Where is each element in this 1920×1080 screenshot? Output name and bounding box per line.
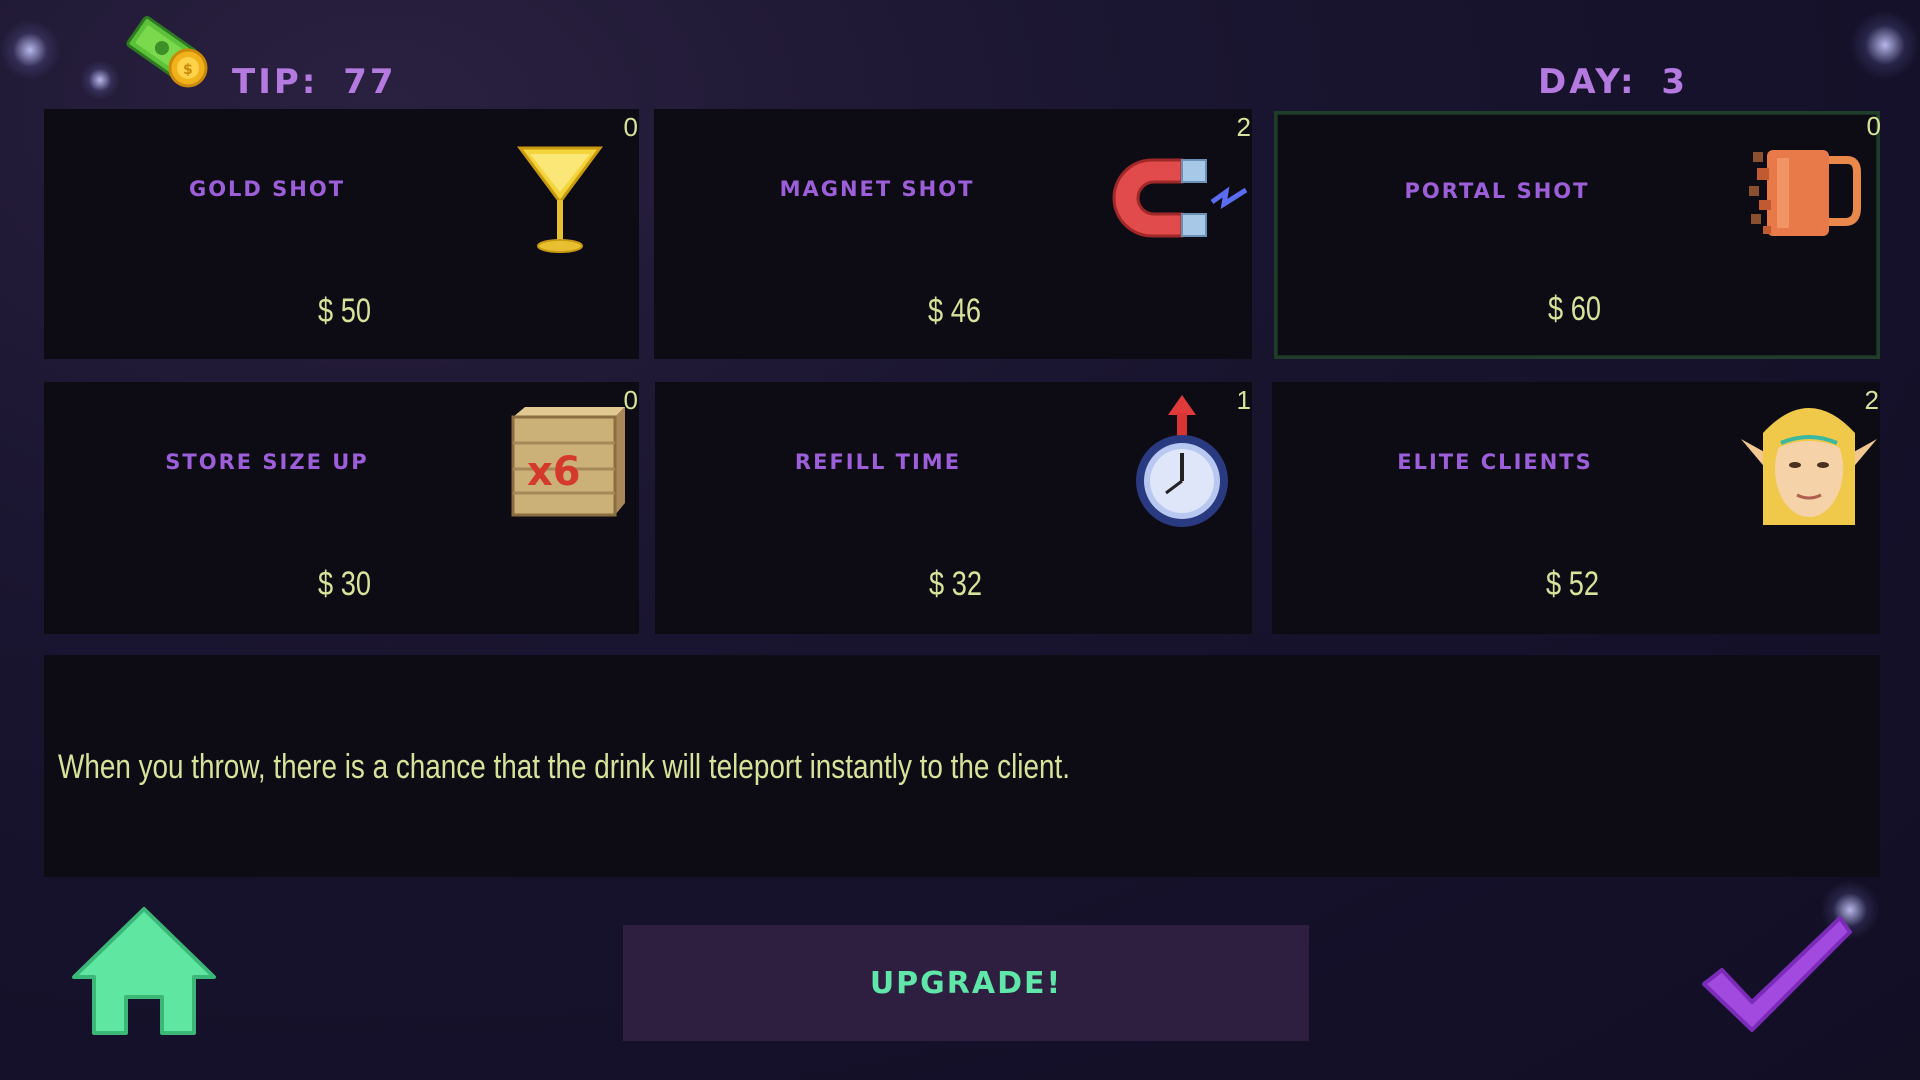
upgrade-button-label: UPGRADE! — [869, 965, 1063, 1001]
upgrade-name: STORE SIZE UP — [165, 450, 369, 474]
upgrade-price: $ 50 — [318, 292, 371, 330]
upgrade-price: $ 60 — [1548, 290, 1601, 328]
upgrade-price: $ 30 — [318, 565, 371, 603]
upgrade-price: $ 52 — [1546, 565, 1599, 603]
background-sparkle — [1850, 10, 1920, 80]
upgrade-card-magnet-shot[interactable]: MAGNET SHOT $ 46 2 — [654, 109, 1252, 359]
elf-face-icon — [1741, 408, 1877, 525]
crate-badge: x6 — [527, 449, 581, 495]
upgrade-price: $ 46 — [928, 292, 981, 330]
upgrade-description-panel: When you throw, there is a chance that t… — [44, 655, 1880, 877]
tip-label: TIP: — [232, 62, 319, 102]
background-sparkle — [80, 60, 120, 100]
upgrade-name: REFILL TIME — [794, 450, 962, 474]
upgrade-name: GOLD SHOT — [188, 177, 346, 201]
upgrade-description: When you throw, there is a chance that t… — [58, 748, 1070, 786]
upgrade-price: $ 32 — [929, 565, 982, 603]
upgrade-card-elite-clients[interactable]: ELITE CLIENTS $ 52 2 — [1272, 382, 1880, 634]
upgrade-name: ELITE CLIENTS — [1397, 450, 1593, 474]
magnet-icon — [1112, 158, 1248, 238]
day-counter: DAY: 3 — [1538, 62, 1688, 102]
checkmark-icon[interactable] — [1700, 912, 1860, 1037]
svg-text:$: $ — [183, 62, 193, 78]
upgrade-card-gold-shot[interactable]: GOLD SHOT $ 50 0 — [44, 109, 639, 359]
upgrade-card-store-size-up[interactable]: STORE SIZE UP $ 30 0 x6 — [44, 382, 639, 634]
upgrade-card-portal-shot[interactable]: PORTAL SHOT $ 60 0 — [1274, 111, 1881, 359]
stopwatch-icon — [1136, 395, 1228, 527]
tip-value: 77 — [343, 62, 397, 102]
upgrade-count: 2 — [1236, 112, 1251, 142]
upgrade-count: 0 — [1866, 111, 1881, 141]
upgrade-name: PORTAL SHOT — [1404, 179, 1590, 203]
upgrade-card-refill-time[interactable]: REFILL TIME $ 32 1 — [655, 382, 1252, 634]
upgrade-name: MAGNET SHOT — [779, 177, 975, 201]
beer-mug-icon — [1749, 150, 1861, 236]
day-value: 3 — [1661, 62, 1689, 102]
money-icon: $ — [126, 16, 208, 88]
crate-x6-icon: x6 — [511, 407, 625, 517]
upgrade-button[interactable]: UPGRADE! — [623, 925, 1309, 1041]
martini-glass-icon — [517, 146, 603, 253]
tip-counter: TIP: 77 — [232, 62, 397, 102]
day-label: DAY: — [1538, 62, 1637, 102]
upgrade-count: 0 — [623, 112, 638, 142]
background-sparkle — [0, 20, 60, 80]
home-icon[interactable] — [70, 905, 218, 1037]
